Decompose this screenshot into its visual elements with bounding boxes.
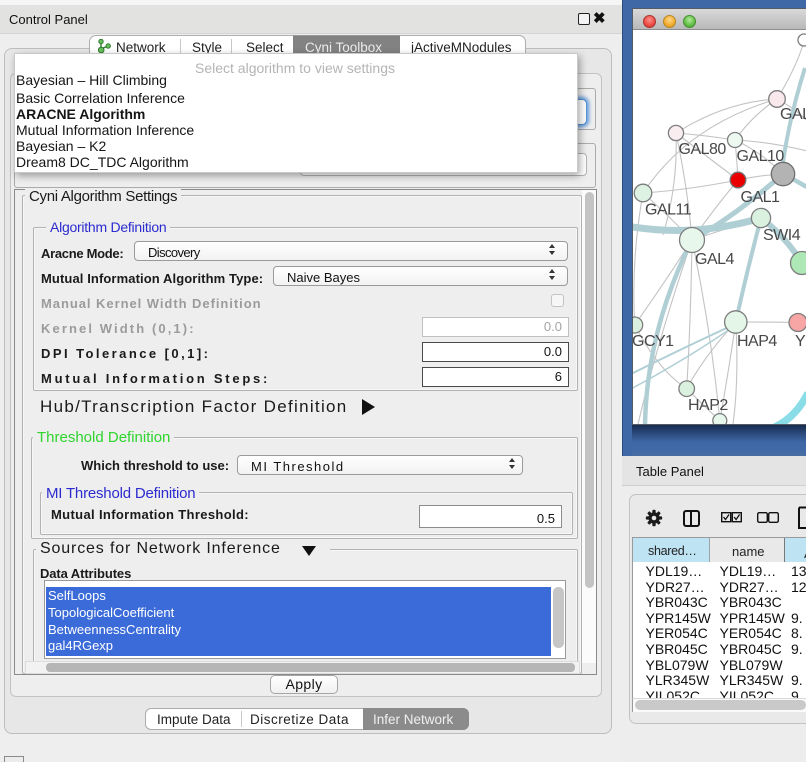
svg-text:GAL4: GAL4 [695, 251, 735, 268]
svg-text:GAL80: GAL80 [679, 141, 727, 158]
svg-text:GAL1: GAL1 [741, 189, 781, 206]
svg-text:HAP2: HAP2 [688, 397, 728, 414]
svg-text:GAL: GAL [780, 106, 806, 123]
svg-text:GCY1: GCY1 [633, 333, 674, 350]
svg-text:SWI4: SWI4 [763, 227, 801, 244]
svg-text:GAL11: GAL11 [645, 202, 692, 219]
svg-text:HAP4: HAP4 [737, 333, 777, 350]
svg-text:Y: Y [795, 333, 806, 350]
svg-text:GAL10: GAL10 [737, 148, 785, 165]
